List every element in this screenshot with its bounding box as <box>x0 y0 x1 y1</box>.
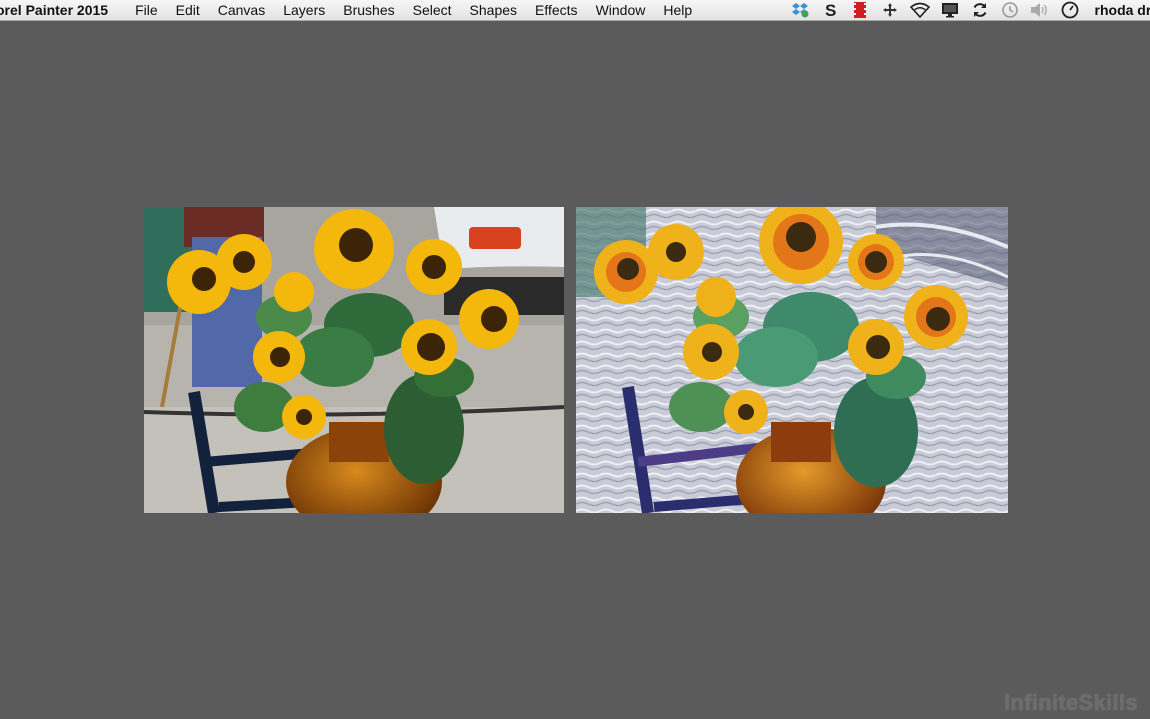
painted-sunflower-image <box>576 207 1008 513</box>
menu-layers[interactable]: Layers <box>274 2 334 18</box>
menu-bar: orel Painter 2015 File Edit Canvas Layer… <box>0 0 1150 21</box>
move-icon[interactable] <box>879 0 901 20</box>
wifi-icon[interactable] <box>909 0 931 20</box>
volume-icon[interactable] <box>1029 0 1051 20</box>
svg-text:S: S <box>825 1 836 19</box>
watermark-logo: InfiniteSkills <box>1004 690 1138 715</box>
user-account-menu[interactable]: rhoda draw <box>1095 2 1150 18</box>
menu-effects[interactable]: Effects <box>526 2 587 18</box>
menu-brushes[interactable]: Brushes <box>334 2 403 18</box>
dropbox-icon[interactable] <box>789 0 811 20</box>
menu-select[interactable]: Select <box>404 2 461 18</box>
app-menu[interactable]: orel Painter 2015 <box>0 2 108 18</box>
menu-shapes[interactable]: Shapes <box>461 2 526 18</box>
sync-icon[interactable] <box>969 0 991 20</box>
menu-help[interactable]: Help <box>654 2 701 18</box>
original-sunflower-photo <box>144 207 564 513</box>
menu-edit[interactable]: Edit <box>167 2 209 18</box>
status-menu-area: S rhoda dr <box>781 0 1150 20</box>
video-record-icon[interactable] <box>849 0 871 20</box>
canvas-area <box>144 207 1008 513</box>
menu-file[interactable]: File <box>126 2 167 18</box>
menu-window[interactable]: Window <box>587 2 655 18</box>
time-machine-icon[interactable] <box>999 0 1021 20</box>
clock-icon[interactable] <box>1059 0 1081 20</box>
skype-icon[interactable]: S <box>819 0 841 20</box>
menu-canvas[interactable]: Canvas <box>209 2 274 18</box>
display-icon[interactable] <box>939 0 961 20</box>
